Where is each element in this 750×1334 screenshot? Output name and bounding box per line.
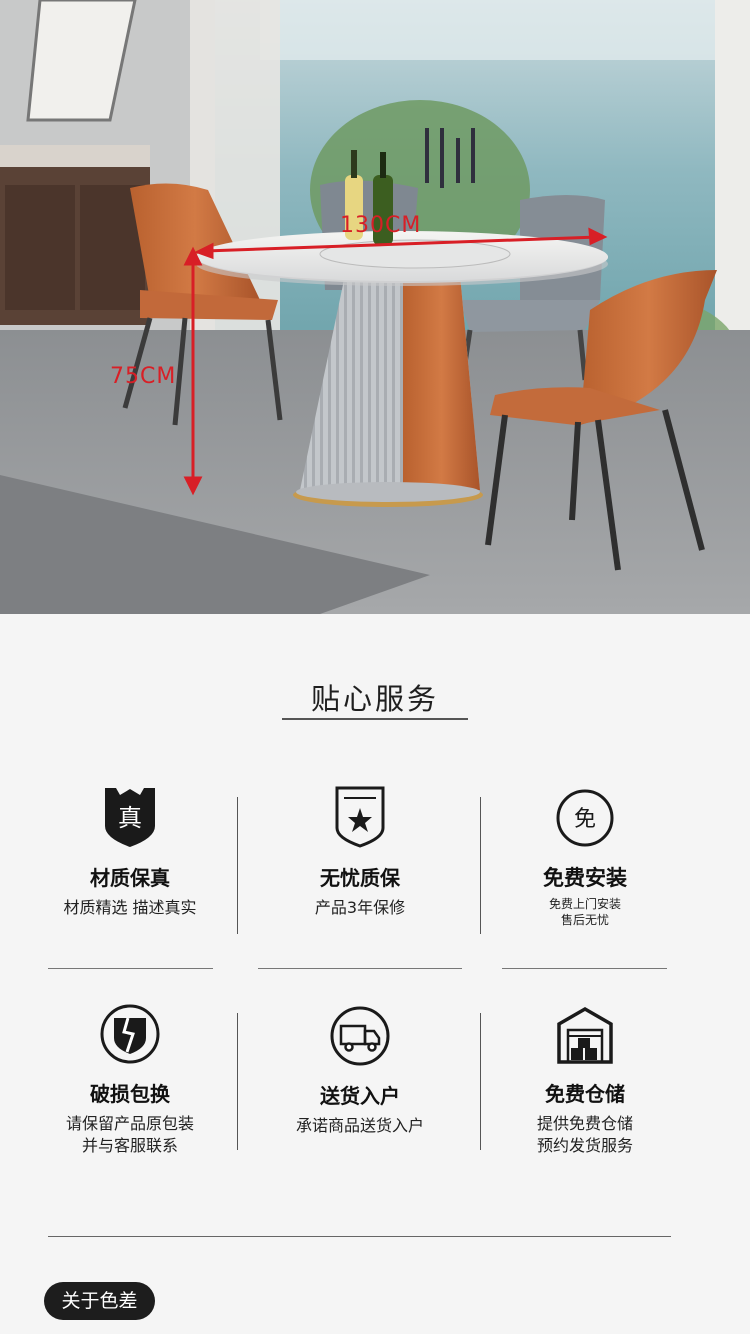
service-worry-free-warranty: 无忧质保 产品3年保修 (270, 786, 450, 919)
service-desc: 产品3年保修 (314, 898, 406, 917)
service-desc: 承诺商品送货入户 (295, 1116, 424, 1135)
service-name: 免费安装 (543, 866, 627, 890)
service-desc-line-1: 免费上门安装 (548, 897, 621, 911)
shield-genuine-icon: 真 (102, 786, 158, 848)
footer-divider (48, 1236, 671, 1237)
free-circle-icon: 免 (555, 788, 615, 848)
service-name: 材质保真 (90, 866, 170, 890)
service-desc: 材质精选 描述真实 (63, 898, 197, 917)
service-name: 破损包换 (90, 1082, 170, 1106)
badge-text: 真 (118, 804, 142, 832)
service-name: 免费仓储 (545, 1082, 625, 1106)
divider (480, 1013, 481, 1150)
service-name: 无忧质保 (320, 866, 400, 890)
warehouse-icon (555, 1006, 615, 1064)
product-photo: 130CM 75CM (0, 0, 750, 614)
badge-text: 免 (574, 807, 596, 832)
title-underline (282, 718, 468, 720)
divider (480, 797, 481, 934)
divider (237, 1013, 238, 1150)
row-separator (258, 968, 462, 969)
service-desc-line-1: 提供免费仓储 (536, 1114, 633, 1133)
section-title: 贴心服务 (310, 682, 439, 716)
broken-shield-icon (100, 1004, 160, 1064)
table-height-label: 75CM (110, 364, 177, 389)
color-difference-tag[interactable]: 关于色差 (44, 1282, 155, 1320)
service-free-storage: 免费仓储 提供免费仓储 预约发货服务 (497, 1006, 673, 1157)
service-name: 送货入户 (320, 1084, 400, 1108)
row-separator (48, 968, 213, 969)
quality-badge-icon (334, 786, 386, 848)
row-separator (502, 968, 667, 969)
service-genuine-material: 真 材质保真 材质精选 描述真实 (40, 786, 220, 919)
service-damage-exchange: 破损包换 请保留产品原包装 并与客服联系 (40, 1004, 220, 1157)
service-home-delivery: 送货入户 承诺商品送货入户 (270, 1006, 450, 1137)
table-width-label: 130CM (340, 213, 422, 238)
dining-scene-illustration (0, 0, 750, 614)
service-desc-line-2: 并与客服联系 (81, 1136, 178, 1155)
divider (237, 797, 238, 934)
delivery-truck-icon (330, 1006, 390, 1066)
service-desc-line-2: 售后无忧 (560, 913, 609, 927)
service-desc-line-2: 预约发货服务 (536, 1136, 633, 1155)
service-free-installation: 免 免费安装 免费上门安装 售后无忧 (497, 788, 673, 928)
service-desc-line-1: 请保留产品原包装 (65, 1114, 194, 1133)
